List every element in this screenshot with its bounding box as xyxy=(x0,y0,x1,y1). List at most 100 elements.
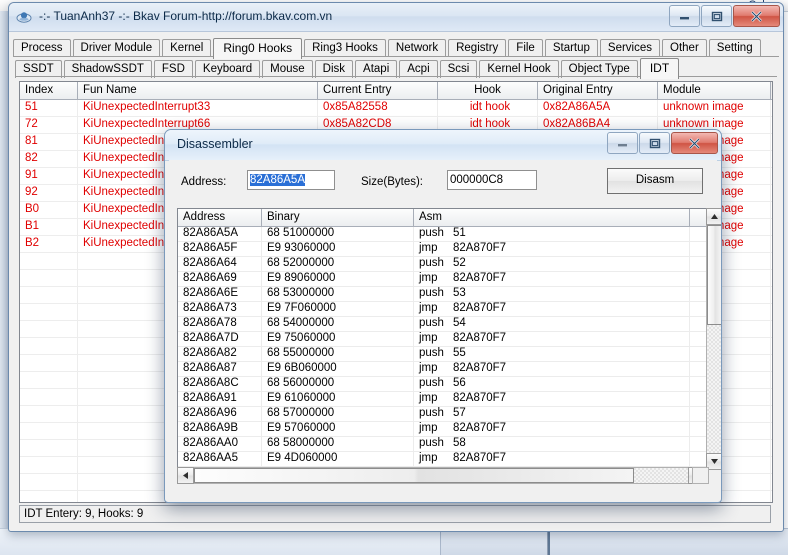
dialog-resize-corner[interactable] xyxy=(692,467,709,484)
asm-row[interactable]: 82A86A5F E9 93060000 jmp 82A870F7 xyxy=(178,242,706,257)
app-logo-icon xyxy=(16,9,32,25)
dialog-form: Address: 82A86A5A Size(Bytes): 000000C8 … xyxy=(169,160,717,206)
dialog-minimize-button[interactable] xyxy=(607,132,638,154)
asm-row[interactable]: 82A86A96 68 57000000 push 57 xyxy=(178,407,706,422)
asm-row[interactable]: 82A86AA5 E9 4D060000 jmp 82A870F7 xyxy=(178,452,706,467)
asm-operand: 82A870F7 xyxy=(453,242,507,254)
asm-operand: 82A870F7 xyxy=(453,422,507,434)
asm-instruction: push 53 xyxy=(414,287,690,301)
tab-label: Network xyxy=(395,42,439,54)
status-bar: IDT Entery: 9, Hooks: 9 xyxy=(19,505,771,523)
tab-other[interactable]: Other xyxy=(662,39,707,57)
minimize-button[interactable] xyxy=(669,5,700,27)
subtab-idt[interactable]: IDT xyxy=(639,58,680,79)
tab-setting[interactable]: Setting xyxy=(708,39,761,57)
tab-label: Setting xyxy=(716,42,753,54)
scroll-up-icon xyxy=(707,209,721,224)
asm-row[interactable]: 82A86A87 E9 6B060000 jmp 82A870F7 xyxy=(178,362,706,377)
disassembly-table-body[interactable]: 82A86A5A 68 51000000 push 51 82A86A5F E9 9306… xyxy=(178,227,706,471)
tab-label: Services xyxy=(607,42,653,54)
column-header-index[interactable]: Index xyxy=(20,82,78,99)
asm-row[interactable]: 82A86A9B E9 57060000 jmp 82A870F7 xyxy=(178,422,706,437)
main-window-controls xyxy=(668,5,780,27)
asm-row[interactable]: 82A86A5A 68 51000000 push 51 xyxy=(178,227,706,242)
asm-binary: 68 55000000 xyxy=(262,347,414,361)
column-header-original-entry[interactable]: Original Entry xyxy=(538,82,658,99)
column-header-hook[interactable]: Hook xyxy=(438,82,538,99)
asm-instruction: push 51 xyxy=(414,227,690,241)
asm-operand: 82A870F7 xyxy=(453,362,507,374)
asm-row[interactable]: 82A86AA0 68 58000000 push 58 xyxy=(178,437,706,452)
asm-address: 82A86A8C xyxy=(178,377,262,391)
address-input[interactable]: 82A86A5A xyxy=(247,170,335,190)
tab-process[interactable]: Process xyxy=(13,39,71,57)
dialog-body: Address: 82A86A5A Size(Bytes): 000000C8 … xyxy=(169,160,721,498)
table-cell-empty xyxy=(20,270,78,286)
asm-mnemonic: push xyxy=(419,257,444,269)
tab-label: SSDT xyxy=(23,63,54,75)
disassembly-horizontal-scrollbar[interactable] xyxy=(177,467,705,484)
vertical-scroll-thumb[interactable] xyxy=(707,225,721,325)
asm-operand: 55 xyxy=(453,347,466,359)
tab-startup[interactable]: Startup xyxy=(544,39,598,57)
asm-row[interactable]: 82A86A69 E9 89060000 jmp 82A870F7 xyxy=(178,272,706,287)
table-row[interactable]: 51 KiUnexpectedInterrupt33 0x85A82558 idt h… xyxy=(20,100,772,117)
tab-services[interactable]: Services xyxy=(599,39,661,57)
scroll-up-button[interactable] xyxy=(706,208,721,225)
asm-row[interactable]: 82A86A73 E9 7F060000 jmp 82A870F7 xyxy=(178,302,706,317)
background-bottom-divider-2 xyxy=(548,529,550,555)
asm-mnemonic: push xyxy=(419,437,444,449)
asm-address: 82A86A87 xyxy=(178,362,262,376)
asm-operand: 52 xyxy=(453,257,466,269)
tab-ring3-hooks[interactable]: Ring3 Hooks xyxy=(304,39,386,57)
tab-driver-module[interactable]: Driver Module xyxy=(72,39,161,57)
asm-row[interactable]: 82A86A91 E9 61060000 jmp 82A870F7 xyxy=(178,392,706,407)
tab-registry[interactable]: Registry xyxy=(448,39,507,57)
tab-label: Process xyxy=(21,42,63,54)
asm-row[interactable]: 82A86A6E 68 53000000 push 53 xyxy=(178,287,706,302)
asm-row[interactable]: 82A86A64 68 52000000 push 52 xyxy=(178,257,706,272)
asm-binary: E9 89060000 xyxy=(262,272,414,286)
tab-label: Startup xyxy=(552,42,590,54)
dialog-titlebar: Disassembler xyxy=(165,130,721,161)
asm-address: 82A86AA5 xyxy=(178,452,262,466)
disasm-button[interactable]: Disasm xyxy=(607,168,703,194)
horizontal-scroll-thumb[interactable] xyxy=(194,468,634,483)
asm-address: 82A86A5F xyxy=(178,242,262,256)
tab-kernel[interactable]: Kernel xyxy=(162,39,212,57)
scroll-left-button[interactable] xyxy=(177,467,194,484)
disassembler-dialog: Disassembler Address: 82A86A5A Size(Byte… xyxy=(164,129,722,503)
asm-column-header-address[interactable]: Address xyxy=(178,209,262,226)
dialog-close-button[interactable] xyxy=(671,132,718,154)
asm-row[interactable]: 82A86A8C 68 56000000 push 56 xyxy=(178,377,706,392)
asm-row[interactable]: 82A86A78 68 54000000 push 54 xyxy=(178,317,706,332)
disassembly-vertical-scrollbar[interactable] xyxy=(706,208,721,470)
asm-row[interactable]: 82A86A7D E9 75060000 jmp 82A870F7 xyxy=(178,332,706,347)
asm-column-header-asm[interactable]: Asm xyxy=(414,209,690,226)
asm-mnemonic: jmp xyxy=(419,362,438,374)
asm-binary: E9 57060000 xyxy=(262,422,414,436)
tab-ring0-hooks[interactable]: Ring0 Hooks xyxy=(213,38,303,59)
tab-network[interactable]: Network xyxy=(387,39,447,57)
hooks-table-header: Index Fun Name Current Entry Hook Original E… xyxy=(20,82,772,100)
asm-address: 82A86AA0 xyxy=(178,437,262,451)
screen: Colors -:- TuanAnh37 -:- Bkav Forum-http… xyxy=(0,0,788,555)
column-header-module[interactable]: Module xyxy=(658,82,771,99)
dialog-maximize-button[interactable] xyxy=(639,132,670,154)
asm-column-header-binary[interactable]: Binary xyxy=(262,209,414,226)
close-icon xyxy=(672,133,717,153)
asm-operand: 82A870F7 xyxy=(453,392,507,404)
close-button[interactable] xyxy=(733,5,780,27)
disassembly-table: Address Binary Asm 82A86A5A 68 51000000 push… xyxy=(177,208,707,472)
table-cell: 0x82A86A5A xyxy=(538,100,658,116)
tab-file[interactable]: File xyxy=(508,39,543,57)
column-header-fun-name[interactable]: Fun Name xyxy=(78,82,318,99)
size-input[interactable]: 000000C8 xyxy=(447,170,537,190)
asm-row[interactable]: 82A86A82 68 55000000 push 55 xyxy=(178,347,706,362)
asm-mnemonic: jmp xyxy=(419,302,438,314)
table-cell: 51 xyxy=(20,100,78,116)
maximize-button[interactable] xyxy=(701,5,732,27)
column-header-current-entry[interactable]: Current Entry xyxy=(318,82,438,99)
maximize-icon xyxy=(702,6,731,26)
asm-address: 82A86A73 xyxy=(178,302,262,316)
